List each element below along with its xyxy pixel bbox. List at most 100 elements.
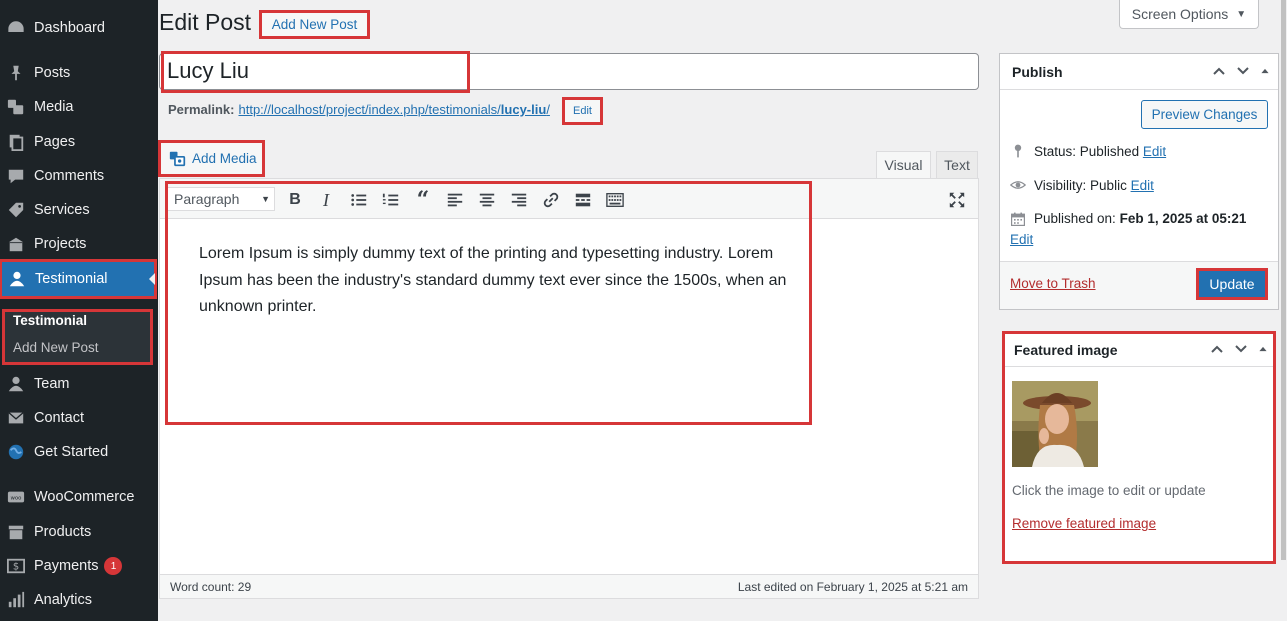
visibility-value: Public: [1090, 177, 1127, 193]
move-to-trash-link[interactable]: Move to Trash: [1010, 276, 1096, 291]
add-new-post-button[interactable]: Add New Post: [259, 10, 370, 39]
svg-text:woo: woo: [11, 496, 22, 502]
sidebar-item-label: Contact: [34, 410, 84, 426]
sidebar-item-label: Analytics: [34, 592, 93, 608]
permalink-link[interactable]: http://localhost/project/index.php/testi…: [238, 102, 549, 117]
publish-box-title: Publish: [1012, 63, 1063, 80]
sidebar-item-team[interactable]: Team: [0, 367, 158, 401]
sidebar-item-payments[interactable]: $ Payments 1: [0, 549, 158, 583]
dashboard-icon: [6, 18, 26, 38]
eye-icon: [1010, 181, 1026, 189]
status-value: Published: [1079, 143, 1140, 159]
sidebar-item-dashboard[interactable]: Dashboard: [0, 11, 158, 45]
permalink-trail: /: [546, 102, 550, 117]
add-media-button[interactable]: Add Media: [158, 140, 265, 177]
update-button[interactable]: Update: [1196, 268, 1268, 300]
comments-icon: [6, 166, 26, 186]
pin-icon: [1014, 144, 1022, 158]
tag-icon: [6, 200, 26, 220]
sidebar-item-pages[interactable]: Pages: [0, 125, 158, 159]
collapse-triangle-icon[interactable]: [1260, 64, 1270, 78]
archive-icon: [6, 522, 26, 542]
screen-options-button[interactable]: Screen Options ▼: [1119, 0, 1259, 29]
visibility-label: Visibility:: [1034, 177, 1087, 193]
editor-status-bar: Word count: 29 Last edited on February 1…: [160, 574, 978, 598]
portfolio-icon: [6, 234, 26, 254]
remove-featured-image-link[interactable]: Remove featured image: [1012, 516, 1156, 531]
featured-box-controls: [1210, 342, 1268, 356]
calendar-icon: [1011, 212, 1025, 226]
globe-icon: [6, 442, 26, 462]
media-icon: [169, 151, 186, 167]
submenu-add-new-post[interactable]: Add New Post: [13, 340, 99, 355]
sidebar-item-media[interactable]: Media: [0, 90, 158, 124]
svg-text:$: $: [13, 562, 19, 573]
user-icon: [7, 269, 27, 289]
status-edit-link[interactable]: Edit: [1143, 144, 1166, 159]
tab-visual[interactable]: Visual: [876, 151, 931, 179]
sidebar-item-posts[interactable]: Posts: [0, 56, 158, 90]
word-count: Word count: 29: [170, 579, 252, 594]
sidebar-item-label: Dashboard: [34, 20, 105, 36]
sidebar-item-contact[interactable]: Contact: [0, 401, 158, 435]
featured-image-thumbnail[interactable]: [1012, 381, 1098, 467]
testimonial-submenu: Testimonial Add New Post: [2, 309, 153, 365]
scrollbar-thumb[interactable]: [1281, 0, 1286, 560]
published-row: Published on: Feb 1, 2025 at 05:21: [1010, 211, 1246, 227]
sidebar-item-label: Get Started: [34, 444, 109, 460]
notification-badge: 1: [104, 557, 123, 575]
fullscreen-icon[interactable]: [945, 189, 969, 211]
chevron-up-icon[interactable]: [1212, 64, 1226, 78]
sidebar-item-label: Team: [34, 376, 70, 392]
featured-image-title: Featured image: [1014, 342, 1118, 358]
bar-chart-icon: [6, 590, 26, 610]
screen-options-label: Screen Options: [1131, 6, 1229, 22]
visibility-edit-link[interactable]: Edit: [1131, 178, 1154, 193]
editor-content[interactable]: Lorem Ipsum is simply dummy text of the …: [199, 241, 789, 321]
status-row: Status: Published Edit: [1010, 143, 1166, 159]
sidebar-item-products[interactable]: Products: [0, 515, 158, 549]
chevron-up-icon[interactable]: [1210, 342, 1224, 356]
post-title-value: Lucy Liu: [167, 58, 249, 83]
permalink-edit-button[interactable]: Edit: [562, 97, 603, 125]
tab-text[interactable]: Text: [936, 151, 978, 179]
collapse-triangle-icon[interactable]: [1258, 342, 1268, 356]
sidebar-item-woocommerce[interactable]: woo WooCommerce: [0, 480, 158, 514]
permalink-slug: lucy-liu: [500, 102, 547, 117]
published-value: Feb 1, 2025 at 05:21: [1119, 211, 1247, 226]
last-edited: Last edited on February 1, 2025 at 5:21 …: [737, 579, 968, 594]
preview-changes-button[interactable]: Preview Changes: [1141, 100, 1268, 129]
page-title: Edit Post: [159, 9, 252, 35]
published-edit-link[interactable]: Edit: [1010, 232, 1033, 247]
sidebar-item-testimonial[interactable]: Testimonial: [0, 259, 157, 299]
sidebar-item-analytics[interactable]: Analytics: [0, 583, 158, 617]
page-scrollbar[interactable]: [1279, 0, 1287, 621]
sidebar-item-comments[interactable]: Comments: [0, 159, 158, 193]
sidebar-item-services[interactable]: Services: [0, 193, 158, 227]
published-label: Published on:: [1034, 211, 1116, 226]
sidebar-item-get-started[interactable]: Get Started: [0, 435, 158, 469]
dollar-icon: $: [6, 556, 26, 576]
sidebar-item-label: Pages: [34, 134, 76, 150]
pin-icon: [6, 63, 26, 83]
status-label: Status:: [1034, 143, 1077, 159]
user-icon: [6, 374, 26, 394]
sidebar-item-label: Services: [34, 202, 90, 218]
submenu-testimonial[interactable]: Testimonial: [13, 313, 87, 328]
pages-icon: [6, 132, 26, 152]
sidebar-item-projects[interactable]: Projects: [0, 227, 158, 261]
featured-image-help: Click the image to edit or update: [1012, 483, 1206, 498]
visibility-row: Visibility: Public Edit: [1010, 177, 1154, 193]
add-media-label: Add Media: [192, 151, 257, 166]
caret-down-icon: ▼: [1236, 8, 1247, 20]
permalink-label: Permalink:: [168, 102, 235, 117]
chevron-down-icon[interactable]: [1234, 342, 1248, 356]
media-icon: [6, 97, 26, 117]
permalink-row: Permalink: http://localhost/project/inde…: [168, 102, 550, 117]
chevron-down-icon[interactable]: [1236, 64, 1250, 78]
sidebar-item-label: Media: [34, 99, 74, 115]
sidebar-item-label: WooCommerce: [34, 489, 135, 505]
sidebar-item-label: Projects: [34, 236, 87, 252]
sidebar-item-label: Testimonial: [35, 271, 108, 287]
permalink-base: http://localhost/project/index.php/testi…: [238, 102, 501, 117]
